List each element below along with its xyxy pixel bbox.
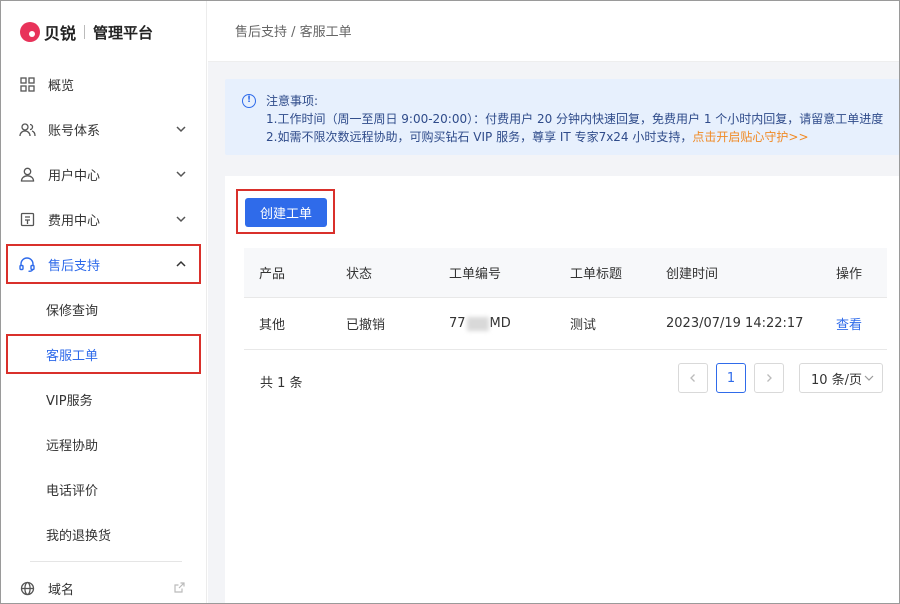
brand-name: 贝锐: [44, 24, 77, 43]
cell-title: 测试: [570, 318, 597, 333]
cell-status: 已撤销: [346, 318, 386, 333]
ticket-card: 创建工单 产品 状态 工单编号 工单标题 创建时间 操作 其他 已撤销 77 MD…: [225, 176, 900, 604]
page-size-value: 10 条/页: [811, 372, 863, 388]
sidebar-item-label: 概览: [48, 78, 75, 94]
sidebar-item-user-center[interactable]: 用户中心: [8, 156, 199, 192]
sidebar-item-label: 域名: [48, 582, 75, 598]
enable-vip-link[interactable]: 点击开启贴心守护>>: [692, 130, 808, 144]
sidebar-item-after-sales[interactable]: 售后支持: [6, 244, 201, 284]
main-content: 售后支持 / 客服工单 ! 注意事项: 1.工作时间（周一至周日 9:00-20…: [208, 0, 900, 604]
chevron-left-icon: [690, 374, 695, 382]
chevron-down-icon: [176, 126, 186, 133]
chevron-right-icon: [767, 374, 772, 382]
headset-icon: [18, 255, 36, 273]
header-ticket-id: 工单编号: [449, 267, 502, 282]
sidebar-item-label: 费用中心: [48, 213, 101, 229]
view-ticket-link[interactable]: 查看: [836, 298, 862, 349]
chevron-down-icon: [176, 216, 186, 223]
user-icon: [18, 165, 36, 183]
info-icon: !: [242, 94, 256, 108]
wallet-icon: [18, 210, 36, 228]
notice-banner: ! 注意事项: 1.工作时间（周一至周日 9:00-20:00）：付费用户 20…: [225, 79, 900, 155]
sidebar-subitem-remote[interactable]: 远程协助: [8, 426, 199, 462]
cell-created: 2023/07/19 14:22:17: [666, 316, 804, 331]
prev-page-button[interactable]: [678, 363, 708, 393]
sidebar-item-billing[interactable]: 费用中心: [8, 201, 199, 237]
ticket-table: 产品 状态 工单编号 工单标题 创建时间 操作 其他 已撤销 77 MD 测试 2…: [244, 248, 887, 350]
header-status: 状态: [346, 267, 373, 282]
users-icon: [18, 120, 36, 138]
sidebar-item-overview[interactable]: 概览: [8, 66, 199, 102]
notice-line-2: 2.如需不限次数远程协助，可购买钻石 VIP 服务，尊享 IT 专家7x24 小…: [266, 128, 809, 145]
header-ticket-title: 工单标题: [570, 267, 623, 282]
header-action: 操作: [836, 267, 863, 282]
sidebar-item-label: 用户中心: [48, 168, 101, 184]
sidebar-subitem-phone-rating[interactable]: 电话评价: [8, 471, 199, 507]
pagination-total: 共 1 条: [260, 376, 303, 391]
external-link-icon: [174, 582, 185, 593]
create-ticket-button[interactable]: 创建工单: [245, 198, 327, 227]
header-product: 产品: [259, 267, 286, 282]
page-button-current[interactable]: 1: [716, 363, 746, 393]
sidebar: 贝锐 管理平台 概览 账号体系 用户中心 费用中心 售后支持 保修查询 客服工单…: [0, 0, 207, 604]
redacted-block: [466, 316, 489, 331]
platform-title: 管理平台: [93, 23, 154, 42]
notice-line-1: 1.工作时间（周一至周日 9:00-20:00）：付费用户 20 分钟内快速回复…: [266, 112, 884, 126]
globe-icon: [18, 579, 36, 597]
sidebar-item-account[interactable]: 账号体系: [8, 111, 199, 147]
create-ticket-highlight: 创建工单: [236, 189, 335, 234]
table-row: 其他 已撤销 77 MD 测试 2023/07/19 14:22:17 查看: [244, 298, 887, 350]
logo[interactable]: 贝锐 管理平台: [20, 20, 153, 44]
grid-icon: [18, 75, 36, 93]
sidebar-subitem-tickets[interactable]: 客服工单: [6, 334, 201, 374]
brand-logo-icon: [20, 22, 40, 42]
next-page-button[interactable]: [754, 363, 784, 393]
ticket-id-prefix: 77: [449, 316, 466, 331]
chevron-up-icon: [176, 260, 186, 267]
breadcrumb: 售后支持 / 客服工单: [208, 0, 900, 62]
sidebar-item-label: 售后支持: [48, 258, 101, 274]
chevron-down-icon: [176, 171, 186, 178]
sidebar-subitem-returns[interactable]: 我的退换货: [8, 516, 199, 552]
sidebar-divider: [30, 561, 182, 562]
ticket-id-suffix: MD: [489, 316, 511, 331]
breadcrumb-text: 售后支持 / 客服工单: [235, 25, 352, 40]
cell-product: 其他: [259, 318, 286, 333]
notice-line-2-text: 2.如需不限次数远程协助，可购买钻石 VIP 服务，尊享 IT 专家7x24 小…: [266, 130, 693, 144]
sidebar-subitem-vip[interactable]: VIP服务: [8, 381, 199, 417]
page-size-select[interactable]: 10 条/页: [799, 363, 883, 393]
cell-ticket-id: 77 MD: [449, 298, 511, 349]
notice-title: 注意事项:: [266, 94, 319, 108]
sidebar-item-label: 账号体系: [48, 123, 101, 139]
sidebar-subitem-warranty[interactable]: 保修查询: [8, 291, 199, 327]
sidebar-item-domain[interactable]: 域名: [8, 570, 199, 604]
chevron-down-icon: [864, 375, 874, 381]
header-created: 创建时间: [666, 267, 719, 282]
logo-separator: [84, 25, 86, 39]
table-header: 产品 状态 工单编号 工单标题 创建时间 操作: [244, 248, 887, 298]
